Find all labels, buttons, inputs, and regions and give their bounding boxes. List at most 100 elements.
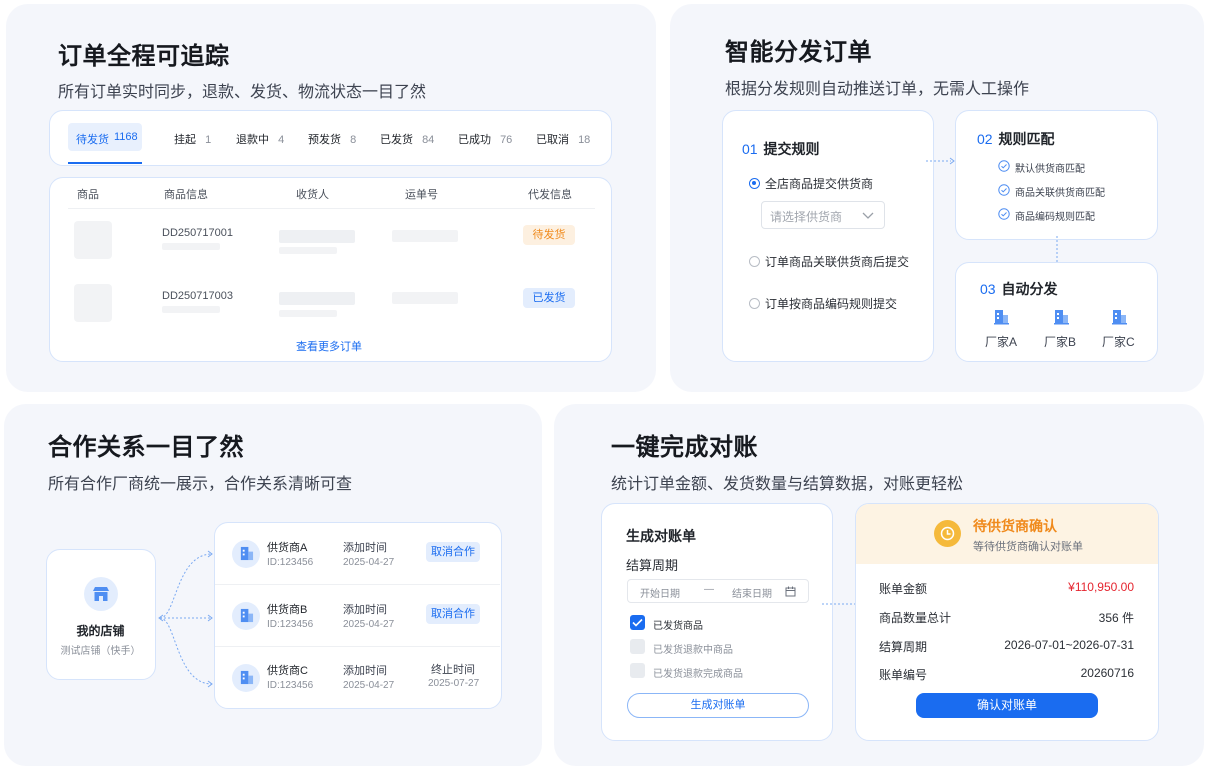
time-label: 添加时间	[343, 542, 387, 554]
building-icon	[1112, 310, 1127, 325]
end-time-label: 终止时间	[431, 664, 475, 676]
store-icon-wrap	[84, 577, 118, 611]
confirm-desc: 等待供货商确认对账单	[973, 541, 1083, 553]
confirm-title: 待供货商确认	[973, 518, 1057, 534]
list-item[interactable]: 供货商C ID:123456 添加时间 2025-04-27 终止时间 2025…	[215, 647, 500, 709]
my-store-card[interactable]: 我的店铺 测试店铺（快手）	[46, 549, 156, 680]
step-heading: 01 提交规则	[742, 141, 820, 157]
time-value: 2025-04-27	[343, 557, 395, 568]
building-icon-wrap	[232, 602, 260, 630]
placeholder-bar	[392, 292, 458, 304]
period-label: 结算周期	[879, 640, 928, 654]
check-circle-icon	[998, 184, 1010, 196]
generate-statement-form: 生成对账单 结算周期 开始日期 — 结束日期 已发货商品 已发货退款中商品 已发…	[601, 503, 833, 741]
supplier-id: ID:123456	[267, 619, 314, 630]
tab-success[interactable]: 已成功 76	[458, 131, 512, 147]
cancel-cooperation-button[interactable]: 取消合作	[426, 604, 480, 624]
divider	[68, 208, 595, 209]
tab-suspended[interactable]: 挂起 1	[174, 131, 211, 147]
select-placeholder: 请选择供货商	[770, 210, 843, 224]
building-icon	[240, 670, 254, 685]
tab-shipped[interactable]: 已发货 84	[380, 131, 434, 147]
tab-cancelled[interactable]: 已取消 18	[536, 131, 590, 147]
panel-subtitle: 统计订单金额、发货数量与结算数据，对账更轻松	[611, 476, 964, 493]
bill-number-value: 20260716	[1080, 666, 1134, 680]
confirm-statement-button[interactable]: 确认对账单	[916, 693, 1098, 718]
generate-statement-button[interactable]: 生成对账单	[627, 693, 809, 718]
cancel-cooperation-button[interactable]: 取消合作	[426, 542, 480, 562]
date-separator: —	[704, 584, 714, 595]
checkbox-label: 已发货商品	[653, 621, 703, 632]
time-label: 添加时间	[343, 665, 387, 677]
step-auto-dispatch: 03 自动分发 厂家A 厂家B 厂家C	[955, 262, 1158, 362]
arrow-right-icon	[926, 157, 955, 165]
rule-item: 商品关联供货商匹配	[1015, 188, 1105, 199]
step-rule-matching: 02 规则匹配 默认供货商匹配 商品关联供货商匹配 商品编码规则匹配	[955, 110, 1158, 240]
supplier-name: 供货商A	[267, 542, 308, 554]
bill-amount-label: 账单金额	[879, 582, 928, 596]
time-value: 2025-04-27	[343, 680, 395, 691]
placeholder-bar	[279, 310, 337, 317]
clock-icon	[934, 520, 961, 547]
building-icon	[994, 310, 1009, 325]
item-count-label: 商品数量总计	[879, 611, 952, 625]
time-value: 2025-04-27	[343, 619, 395, 630]
supplier-name: 供货商B	[267, 604, 308, 616]
chevron-down-icon	[862, 212, 874, 219]
table-row[interactable]: DD250717001 待发货	[50, 216, 613, 268]
store-name: 我的店铺	[76, 624, 125, 638]
step-heading: 02 规则匹配	[977, 131, 1055, 147]
step-submit-rules: 01 提交规则 全店商品提交供货商 请选择供货商 订单商品关联供货商后提交 订单…	[722, 110, 934, 362]
order-number: DD250717001	[162, 227, 233, 239]
panel-smart-dispatch: 智能分发订单 根据分发规则自动推送订单，无需人工操作 01 提交规则 全店商品提…	[670, 4, 1204, 392]
column-header-tracking: 运单号	[405, 189, 438, 201]
store-icon	[93, 587, 109, 601]
checkbox-checked[interactable]	[630, 615, 645, 630]
factory-label: 厂家C	[1102, 335, 1135, 349]
end-date-placeholder: 结束日期	[732, 589, 772, 600]
radio-label: 全店商品提交供货商	[765, 177, 874, 191]
bill-number-label: 账单编号	[879, 668, 928, 682]
panel-title: 合作关系一目了然	[48, 434, 244, 461]
check-circle-icon	[998, 160, 1010, 172]
check-circle-icon	[998, 208, 1010, 220]
radio-unselected[interactable]	[749, 298, 760, 309]
period-value: 2026-07-01~2026-07-31	[1004, 638, 1134, 652]
supplier-id: ID:123456	[267, 680, 314, 691]
tab-label: 待发货	[76, 134, 109, 146]
supplier-select[interactable]: 请选择供货商	[761, 201, 885, 229]
table-row[interactable]: DD250717003 已发货	[50, 279, 613, 331]
order-number: DD250717003	[162, 290, 233, 302]
connector-lines	[158, 550, 213, 688]
tab-pending[interactable]: 待发货 1168	[68, 123, 142, 151]
date-range-picker[interactable]: 开始日期 — 结束日期	[627, 579, 809, 603]
factory-label: 厂家A	[985, 335, 1018, 349]
list-item[interactable]: 供货商A ID:123456 添加时间 2025-04-27 取消合作	[215, 523, 500, 585]
tab-pre-ship[interactable]: 预发货 8	[308, 131, 356, 147]
tab-refunding[interactable]: 退款中 4	[236, 131, 284, 147]
panel-subtitle: 所有订单实时同步，退款、发货、物流状态一目了然	[58, 84, 427, 101]
item-count-value: 356 件	[1098, 611, 1134, 625]
list-item[interactable]: 供货商B ID:123456 添加时间 2025-04-27 取消合作	[215, 585, 500, 647]
radio-selected[interactable]	[749, 178, 760, 189]
panel-subtitle: 根据分发规则自动推送订单，无需人工操作	[725, 81, 1030, 98]
checkbox-label: 已发货退款完成商品	[653, 669, 743, 680]
column-header-product-info: 商品信息	[164, 189, 208, 201]
pending-confirm-card: 待供货商确认 等待供货商确认对账单 账单金额 ¥110,950.00 商品数量总…	[855, 503, 1159, 741]
panel-reconciliation: 一键完成对账 统计订单金额、发货数量与结算数据，对账更轻松 生成对账单 结算周期…	[554, 404, 1204, 766]
order-tabs: 待发货 1168 挂起 1 退款中 4 预发货 8 已发货 84 已成功 76 …	[49, 110, 612, 166]
placeholder-bar	[279, 247, 337, 254]
column-header-product: 商品	[77, 189, 99, 201]
placeholder-bar	[162, 243, 220, 250]
panel-subtitle: 所有合作厂商统一展示，合作关系清晰可查	[48, 476, 353, 493]
form-title: 生成对账单	[626, 528, 696, 544]
radio-unselected[interactable]	[749, 256, 760, 267]
checkbox-disabled[interactable]	[630, 639, 645, 654]
panel-title: 一键完成对账	[611, 434, 758, 461]
confirm-header: 待供货商确认 等待供货商确认对账单	[856, 504, 1158, 564]
panel-partnership: 合作关系一目了然 所有合作厂商统一展示，合作关系清晰可查 我的店铺 测试店铺（快…	[4, 404, 542, 766]
view-more-orders-link[interactable]: 查看更多订单	[296, 338, 362, 354]
checkbox-disabled[interactable]	[630, 663, 645, 678]
check-icon	[632, 618, 643, 627]
building-icon	[240, 546, 254, 561]
